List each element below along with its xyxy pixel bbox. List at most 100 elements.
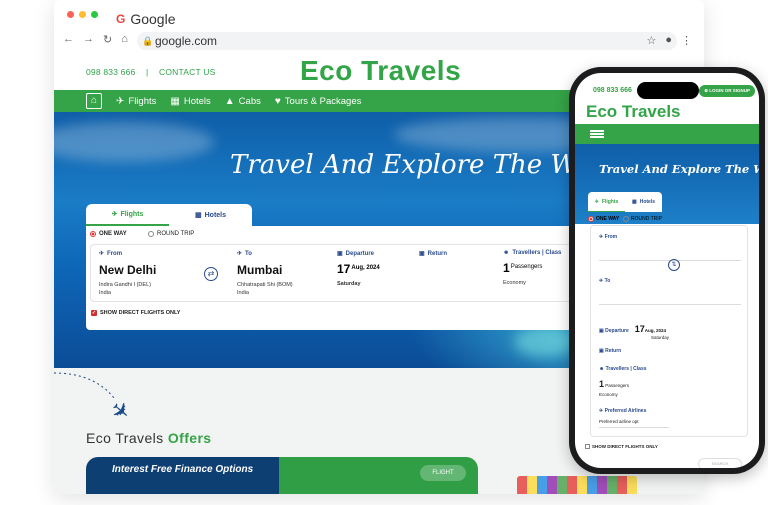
phone-departure-day: 17 [634, 324, 645, 334]
phone-airline-placeholder[interactable]: Preferred airline opt [599, 419, 639, 424]
contact-separator: | [146, 67, 149, 77]
address-bar-row: ← → ↻ ⌂ 🔒 google.com ☆ ● ⋮ [54, 30, 704, 52]
contact-us-link[interactable]: CONTACT US [159, 67, 215, 77]
phone-departure-month: Aug, 2024 [644, 328, 667, 333]
maximize-window-button[interactable] [91, 11, 98, 18]
phone-passengers-count: 1 [599, 379, 605, 389]
home-icon[interactable]: ⌂ [86, 93, 102, 109]
phone-direct-flights-label: SHOW DIRECT FLIGHTS ONLY [592, 444, 658, 449]
plane-icon: ✈ [116, 95, 125, 107]
from-country: India [99, 290, 111, 296]
browser-tab[interactable]: G Google [116, 11, 176, 27]
minimize-window-button[interactable] [79, 11, 86, 18]
takeoff-icon: ✈ [599, 234, 604, 240]
offer-card[interactable]: Interest Free Finance Options FLIGHT [86, 457, 478, 494]
island-decoration [514, 327, 574, 357]
phone-site-logo[interactable]: Eco Travels [586, 102, 681, 122]
phone-round-trip-label: ROUND TRIP [631, 216, 663, 222]
browser-menu-icon[interactable]: ⋮ [681, 34, 692, 47]
phone-from-label: From [604, 234, 618, 240]
nav-tours[interactable]: ♥ Tours & Packages [275, 96, 362, 107]
offers-title-suffix: Offers [167, 430, 212, 446]
from-field[interactable]: ✈ From New Delhi Indira Gandhi I (DEL) In… [99, 250, 156, 297]
phone-to-field[interactable]: ✈ To [599, 278, 610, 284]
nav-cabs[interactable]: ▲ Cabs [225, 96, 261, 107]
hamburger-menu-icon[interactable] [590, 130, 604, 138]
phone-round-trip-option[interactable]: ROUND TRIP [623, 216, 662, 222]
phone-search-form: ✈ From ⇅ ✈ To ▣ Departure 17Aug, 2024 Sa… [590, 225, 748, 437]
person-icon: ☻ [599, 366, 605, 372]
address-bar-actions: ☆ ● ⋮ [646, 34, 692, 47]
phone-search-button[interactable]: SEARCH [698, 458, 742, 468]
phone-one-way-option[interactable]: ONE WAY [588, 216, 619, 222]
phone-from-field[interactable]: ✈ From [599, 234, 617, 240]
return-field[interactable]: ▣ Return [419, 250, 448, 258]
landing-icon: ✈ [599, 278, 604, 284]
return-label-text: Return [427, 250, 448, 257]
offer-image[interactable] [517, 476, 637, 494]
phone-swap-icon[interactable]: ⇅ [668, 259, 680, 271]
from-label-text: From [107, 250, 123, 257]
bookmark-star-icon[interactable]: ☆ [646, 34, 656, 47]
one-way-option[interactable]: ONE WAY [90, 231, 127, 237]
takeoff-icon: ✈ [99, 251, 105, 257]
return-label: ▣ Return [419, 250, 448, 258]
offer-card-title: Interest Free Finance Options [86, 457, 279, 494]
phone-departure-field[interactable]: ▣ Departure 17Aug, 2024 [599, 324, 666, 334]
travellers-field[interactable]: ☻ Travellers | Class 1 Passengers Economy [503, 250, 561, 287]
tab-flights-label: Flights [120, 210, 144, 218]
contact-info: 098 833 666 | CONTACT US [86, 67, 216, 77]
phone-return-field[interactable]: ▣ Return [599, 348, 621, 354]
phone-to-label: To [604, 278, 611, 284]
to-field[interactable]: ✈ To Mumbai Chhatrapati Shi (BOM) India [237, 250, 293, 297]
login-signup-label: LOGIN OR SIGNUP [709, 88, 750, 93]
to-city: Mumbai [237, 263, 283, 277]
phone-airline-field[interactable]: ✈ Preferred Airlines [599, 408, 646, 414]
screenshot-stage: G Google ← → ↻ ⌂ 🔒 google.com ☆ ● ⋮ 098 … [0, 0, 768, 505]
phone-tab-flights[interactable]: ✈ Flights [588, 192, 625, 212]
reload-icon[interactable]: ↻ [103, 33, 112, 46]
departure-field[interactable]: ▣ Departure 17 Aug, 2024 Saturday [337, 250, 380, 288]
profile-avatar-icon[interactable]: ● [665, 34, 672, 47]
phone-travellers-field[interactable]: ☻ Travellers | Class [599, 366, 647, 372]
tab-hotels[interactable]: ▦ Hotels [169, 204, 252, 226]
radio-unchecked-icon [623, 216, 629, 222]
direct-flights-option[interactable]: ✓ SHOW DIRECT FLIGHTS ONLY [91, 310, 180, 316]
departure-day: 17 [337, 262, 351, 276]
forward-arrow-icon[interactable]: → [83, 33, 94, 46]
travellers-label-text: Travellers | Class [512, 250, 562, 256]
home-icon[interactable]: ⌂ [121, 33, 128, 46]
site-logo[interactable]: Eco Travels [300, 55, 461, 87]
phone-hero-title: Travel And Explore The World [599, 162, 759, 176]
tab-flights[interactable]: ✈ Flights [86, 204, 169, 226]
flight-offer-button[interactable]: FLIGHT [420, 465, 466, 481]
round-trip-option[interactable]: ROUND TRIP [148, 231, 194, 237]
search-tabs: ✈ Flights ▦ Hotels [86, 204, 252, 226]
car-icon: ▲ [224, 95, 235, 107]
offer-card-side: FLIGHT [279, 457, 478, 494]
nav-hotels[interactable]: ▦ Hotels [170, 96, 210, 107]
nav-tours-label: Tours & Packages [284, 95, 362, 107]
phone-tab-hotels[interactable]: ▦ Hotels [625, 192, 662, 212]
from-label: ✈ From [99, 250, 156, 258]
to-country: India [237, 290, 249, 296]
url-text: google.com [155, 34, 218, 48]
tab-hotels-label: Hotels [204, 211, 227, 219]
radio-unchecked-icon [148, 231, 154, 237]
nav-flights[interactable]: ✈ Flights [116, 96, 156, 107]
swap-icon[interactable]: ⇄ [204, 267, 218, 281]
back-arrow-icon[interactable]: ← [63, 33, 74, 46]
phone-search-tabs: ✈ Flights ▦ Hotels [588, 192, 662, 212]
close-window-button[interactable] [67, 11, 74, 18]
login-signup-button[interactable]: ⊕ LOGIN OR SIGNUP [699, 85, 755, 97]
phone-number[interactable]: 098 833 666 [86, 67, 135, 77]
phone-direct-flights-option[interactable]: SHOW DIRECT FLIGHTS ONLY [585, 444, 658, 449]
phone-tab-hotels-label: Hotels [639, 199, 655, 205]
from-airport: Indira Gandhi I (DEL) [99, 282, 151, 288]
url-field[interactable]: 🔒 google.com [137, 32, 677, 50]
phone-number-mobile[interactable]: 098 833 666 [593, 87, 632, 94]
phone-return-label: Return [605, 348, 622, 354]
offers-title-prefix: Eco Travels [86, 430, 164, 446]
takeoff-icon: ✈ [599, 408, 604, 414]
departure-weekday: Saturday [337, 281, 361, 287]
